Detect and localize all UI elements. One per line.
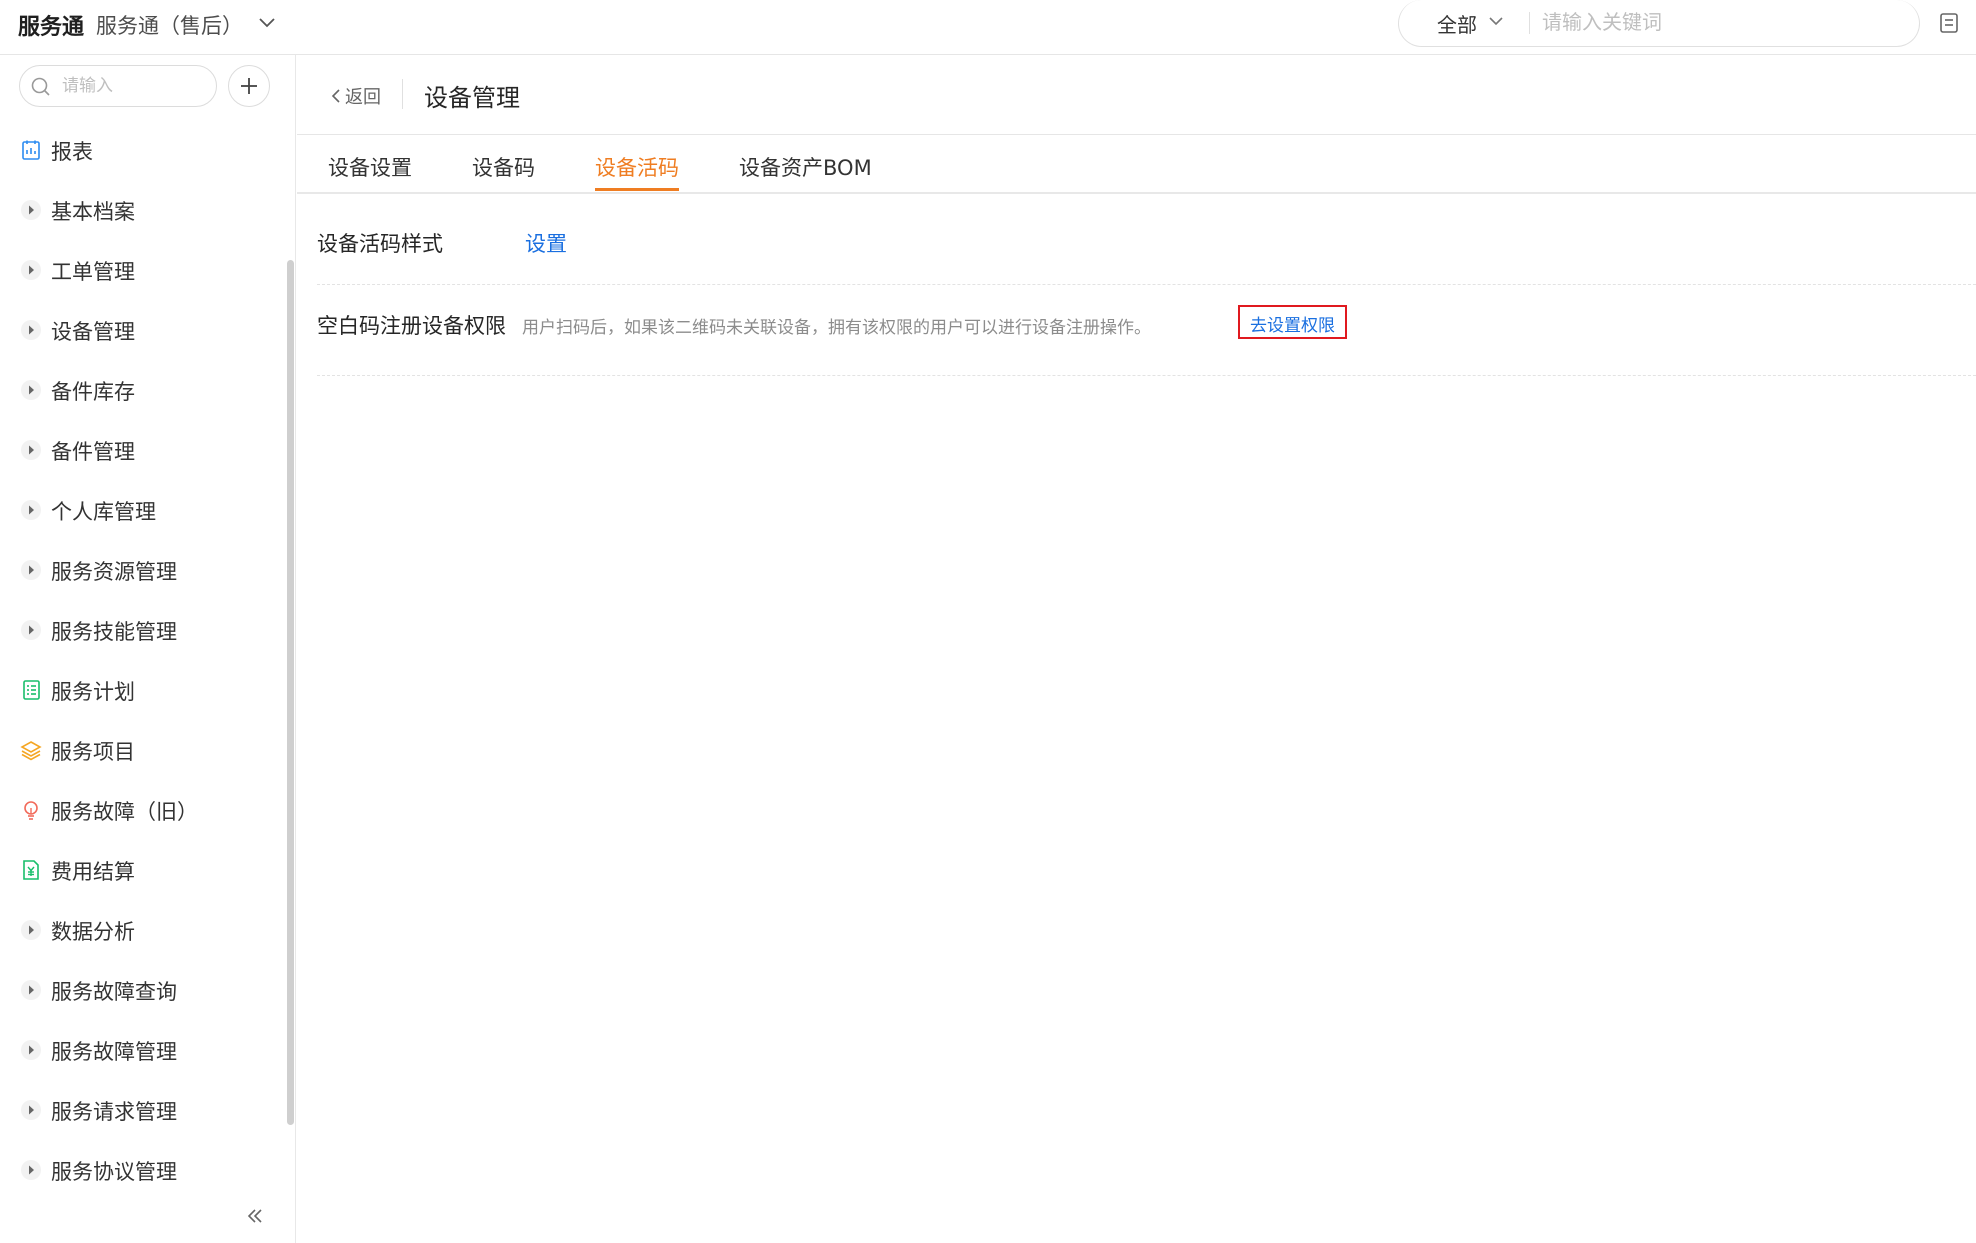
caret-right-icon (20, 619, 42, 641)
sidebar-item-report[interactable]: 报表 (0, 119, 286, 179)
back-button[interactable]: 返回 (331, 83, 381, 109)
global-search-input[interactable] (1542, 6, 1902, 40)
sidebar-item-service-request[interactable]: 服务请求管理 (0, 1079, 286, 1139)
caret-right-icon (20, 439, 42, 461)
chevron-left-icon (331, 89, 340, 103)
sidebar-item-label: 服务故障管理 (51, 1040, 177, 1064)
caret-right-icon (20, 919, 42, 941)
sidebar-item-fault-query[interactable]: 服务故障查询 (0, 959, 286, 1019)
search-scope-select[interactable]: 全部 (1437, 9, 1477, 38)
search-divider (1529, 12, 1530, 34)
double-chevron-left-icon[interactable] (244, 1205, 266, 1227)
sidebar-item-label: 基本档案 (51, 200, 135, 224)
main-content: 返回 设备管理 设备设置 设备码 设备活码 设备资产BOM 设备活码样式 设置 … (297, 55, 1976, 1243)
caret-right-icon (20, 379, 42, 401)
sidebar-item-service-fault-old[interactable]: 服务故障（旧） (0, 779, 286, 839)
sidebar-item-label: 设备管理 (51, 320, 135, 344)
sidebar-item-spare-stock[interactable]: 备件库存 (0, 359, 286, 419)
sidebar-item-label: 服务故障查询 (51, 980, 177, 1004)
sidebar-item-service-resource[interactable]: 服务资源管理 (0, 539, 286, 599)
sidebar-menu: 报表 基本档案 工单管理 设备管理 备件库存 备件管理 个人库管理 服务资源管理… (0, 119, 286, 1199)
sidebar-item-label: 工单管理 (51, 260, 135, 284)
settings-row-blank-code-permission: 空白码注册设备权限 用户扫码后，如果该二维码未关联设备，拥有该权限的用户可以进行… (317, 285, 1976, 376)
sidebar-search (19, 65, 217, 107)
brand-name: 服务通 (18, 15, 85, 40)
page-header: 返回 设备管理 (297, 55, 1976, 135)
sidebar-item-label: 个人库管理 (51, 500, 156, 524)
header-divider (402, 79, 403, 109)
plan-list-icon (20, 679, 42, 701)
active-tab-indicator (595, 188, 679, 191)
sidebar-item-label: 备件库存 (51, 380, 135, 404)
yuan-document-icon (20, 859, 42, 881)
caret-right-icon (20, 259, 42, 281)
caret-right-icon (20, 199, 42, 221)
sidebar-item-label: 服务请求管理 (51, 1100, 177, 1124)
lightbulb-icon (20, 799, 42, 821)
tab-device-code[interactable]: 设备码 (472, 152, 535, 182)
plus-icon (241, 78, 257, 94)
sidebar-item-basic-archive[interactable]: 基本档案 (0, 179, 286, 239)
chevron-down-icon[interactable] (256, 11, 278, 33)
sidebar: 报表 基本档案 工单管理 设备管理 备件库存 备件管理 个人库管理 服务资源管 (0, 55, 296, 1243)
tab-bar: 设备设置 设备码 设备活码 设备资产BOM (297, 136, 1976, 194)
sidebar-item-work-order[interactable]: 工单管理 (0, 239, 286, 299)
sidebar-item-spare-management[interactable]: 备件管理 (0, 419, 286, 479)
caret-right-icon (20, 319, 42, 341)
sidebar-item-service-project[interactable]: 服务项目 (0, 719, 286, 779)
chevron-down-icon[interactable] (1487, 12, 1505, 30)
sidebar-item-label: 服务计划 (51, 680, 135, 704)
sidebar-item-service-plan[interactable]: 服务计划 (0, 659, 286, 719)
sidebar-item-personal-stock[interactable]: 个人库管理 (0, 479, 286, 539)
caret-right-icon (20, 1159, 42, 1181)
tab-device-live-code[interactable]: 设备活码 (595, 152, 679, 182)
top-bar: 服务通 服务通（售后） 全部 (0, 0, 1976, 55)
page-title: 设备管理 (424, 84, 520, 112)
back-label: 返回 (345, 87, 381, 108)
caret-right-icon (20, 499, 42, 521)
search-icon (31, 77, 50, 96)
sidebar-item-service-skill[interactable]: 服务技能管理 (0, 599, 286, 659)
global-search: 全部 (1398, 0, 1920, 47)
sidebar-item-data-analysis[interactable]: 数据分析 (0, 899, 286, 959)
sidebar-item-expense-settlement[interactable]: 费用结算 (0, 839, 286, 899)
sidebar-item-label: 费用结算 (51, 860, 135, 884)
sidebar-item-label: 备件管理 (51, 440, 135, 464)
sidebar-item-label: 服务技能管理 (51, 620, 177, 644)
sidebar-item-label: 数据分析 (51, 920, 135, 944)
permission-description: 用户扫码后，如果该二维码未关联设备，拥有该权限的用户可以进行设备注册操作。 (522, 318, 1151, 338)
report-icon (20, 139, 42, 161)
caret-right-icon (20, 559, 42, 581)
add-button[interactable] (228, 65, 270, 107)
tab-device-asset-bom[interactable]: 设备资产BOM (739, 152, 872, 182)
settings-row-live-code-style: 设备活码样式 设置 (317, 196, 1976, 285)
caret-right-icon (20, 1039, 42, 1061)
caret-right-icon (20, 1099, 42, 1121)
tab-device-settings[interactable]: 设备设置 (328, 152, 412, 182)
go-set-permission-link[interactable]: 去设置权限 (1238, 305, 1347, 339)
sidebar-item-service-agreement[interactable]: 服务协议管理 (0, 1139, 286, 1199)
sidebar-item-label: 报表 (51, 140, 93, 164)
layers-icon (20, 739, 42, 761)
sidebar-item-label: 服务资源管理 (51, 560, 177, 584)
sidebar-item-label: 服务项目 (51, 740, 135, 764)
row-label: 设备活码样式 (317, 232, 443, 256)
sidebar-item-fault-management[interactable]: 服务故障管理 (0, 1019, 286, 1079)
sidebar-item-device-management[interactable]: 设备管理 (0, 299, 286, 359)
live-code-style-settings-link[interactable]: 设置 (525, 228, 567, 258)
sidebar-scrollbar[interactable] (287, 260, 294, 1125)
caret-right-icon (20, 979, 42, 1001)
row-label: 空白码注册设备权限 (317, 314, 506, 338)
sidebar-item-label: 服务故障（旧） (51, 800, 198, 824)
notes-icon[interactable] (1938, 11, 1960, 35)
sidebar-item-label: 服务协议管理 (51, 1160, 177, 1184)
sidebar-search-input[interactable] (62, 72, 202, 100)
app-name[interactable]: 服务通（售后） (96, 10, 243, 40)
